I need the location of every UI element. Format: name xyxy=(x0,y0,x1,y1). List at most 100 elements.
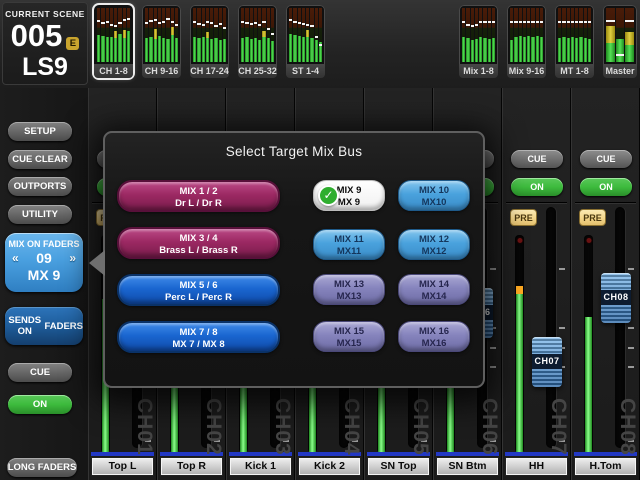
meter-bars xyxy=(558,8,591,62)
meter-bar xyxy=(571,8,574,62)
mix-number: 09 xyxy=(36,250,52,266)
meter-block[interactable]: MT 1-8 xyxy=(555,5,594,78)
meter-bar xyxy=(114,8,117,62)
meter-block[interactable]: CH 25-32 xyxy=(238,5,277,78)
channel-name-box[interactable]: SN Top xyxy=(368,458,429,475)
clip-led-icon xyxy=(517,238,522,243)
sidebar-button-setup[interactable]: SETUP xyxy=(8,122,72,141)
meter-bar xyxy=(625,8,634,62)
mix-bus-button-16[interactable]: MIX 16MX16 xyxy=(398,321,470,352)
meter-bar xyxy=(510,8,513,62)
meter-bar xyxy=(536,8,539,62)
meter-bar xyxy=(210,8,213,62)
meter-bar xyxy=(531,8,534,62)
meter-bars xyxy=(241,8,274,62)
meter-block[interactable]: Mix 1-8 xyxy=(459,5,498,78)
meter-block[interactable]: CH 1-8 xyxy=(94,5,133,78)
channel-name-box[interactable]: HH xyxy=(506,458,567,475)
meter-bar xyxy=(123,8,126,62)
fader-scale-tick xyxy=(628,268,634,270)
mix-on-faders-panel[interactable]: MIX ON FADERS « 09 » MX 9 xyxy=(5,233,83,292)
mix-bus-button-12[interactable]: MIX 12MX12 xyxy=(398,229,470,260)
channel-name-box[interactable]: Top L xyxy=(92,458,153,475)
mix-pair-button-7-8[interactable]: MIX 7 / 8MX 7 / MX 8 xyxy=(117,321,280,353)
channel-on-button[interactable]: ON xyxy=(511,178,563,196)
console-name: LS9 xyxy=(2,53,88,81)
fader-scale-tick xyxy=(628,347,634,349)
prev-mix-icon[interactable]: « xyxy=(12,251,19,266)
pre-badge[interactable]: PRE xyxy=(510,209,537,226)
meter-bar xyxy=(158,8,161,62)
meter-bar xyxy=(606,8,615,62)
channel-on-button[interactable]: ON xyxy=(580,178,632,196)
meter-bar xyxy=(584,8,587,62)
meter-block-label: Master xyxy=(603,64,637,78)
on-button[interactable]: ON xyxy=(8,395,72,414)
sends-on-faders-button[interactable]: SENDS ONFADERS xyxy=(5,307,83,345)
meter-bar xyxy=(483,8,486,62)
meter-bar xyxy=(110,8,113,62)
channel-cue-button[interactable]: CUE xyxy=(580,150,632,168)
meter-bars xyxy=(289,8,322,62)
channel-name-box[interactable]: Kick 2 xyxy=(299,458,360,475)
channel-name-box[interactable]: SN Btm xyxy=(437,458,498,475)
meter-block[interactable]: CH 9-16 xyxy=(142,5,181,78)
sidebar-button-outports[interactable]: OUTPORTS xyxy=(8,177,72,196)
meter-block[interactable]: ST 1-4 xyxy=(286,5,325,78)
mix-pair-button-3-4[interactable]: MIX 3 / 4Brass L / Brass R xyxy=(117,227,280,259)
meter-bar xyxy=(97,8,100,62)
mix-bus-button-13[interactable]: MIX 13MX13 xyxy=(313,274,385,305)
meter-bar xyxy=(245,8,248,62)
channel-meter xyxy=(584,235,593,453)
meter-bar xyxy=(466,8,469,62)
meter-bar xyxy=(293,8,296,62)
mix-bus-button-10[interactable]: MIX 10MX10 xyxy=(398,180,470,211)
meter-block-label: CH 25-32 xyxy=(238,64,277,78)
meter-bar xyxy=(492,8,495,62)
meter-block[interactable]: Master xyxy=(603,5,637,78)
meter-bar xyxy=(488,8,491,62)
pre-badge[interactable]: PRE xyxy=(579,209,606,226)
meter-bar xyxy=(118,8,121,62)
channel-strip: CUE ON PRE CH07 CH07 HH xyxy=(502,88,571,480)
meter-bar xyxy=(319,8,322,62)
channel-cue-button[interactable]: CUE xyxy=(511,150,563,168)
mix-bus-button-9[interactable]: MIX 9MX 9✓ xyxy=(313,180,385,211)
channel-id-vertical: CH08 xyxy=(615,398,639,456)
meter-bar xyxy=(567,8,570,62)
meter-bar xyxy=(171,8,174,62)
meter-bar xyxy=(475,8,478,62)
meter-block[interactable]: CH 17-24 xyxy=(190,5,229,78)
meter-block[interactable]: Mix 9-16 xyxy=(507,5,546,78)
fader-cap[interactable]: CH07 xyxy=(532,337,562,387)
meter-bar xyxy=(558,8,561,62)
sidebar-button-cue-clear[interactable]: CUE CLEAR xyxy=(8,150,72,169)
meter-block-label: Mix 1-8 xyxy=(459,64,498,78)
dialog-title: Select Target Mix Bus xyxy=(105,144,483,159)
scene-panel[interactable]: CURRENT SCENE 005 E LS9 xyxy=(2,2,88,85)
meter-bar xyxy=(289,8,292,62)
mix-bus-button-14[interactable]: MIX 14MX14 xyxy=(398,274,470,305)
meter-bar xyxy=(101,8,104,62)
mix-bus-button-15[interactable]: MIX 15MX15 xyxy=(313,321,385,352)
meter-bar xyxy=(250,8,253,62)
meter-bars xyxy=(145,8,178,62)
meter-bar xyxy=(298,8,301,62)
channel-name-box[interactable]: Kick 1 xyxy=(230,458,291,475)
mix-pair-button-1-2[interactable]: MIX 1 / 2Dr L / Dr R xyxy=(117,180,280,212)
meter-bar xyxy=(514,8,517,62)
channel-name-box[interactable]: H.Tom xyxy=(575,458,636,475)
next-mix-icon[interactable]: » xyxy=(69,251,76,266)
cue-button[interactable]: CUE xyxy=(8,363,72,382)
long-faders-button[interactable]: LONG FADERS xyxy=(7,458,77,477)
mix-bus-button-11[interactable]: MIX 11MX11 xyxy=(313,229,385,260)
sidebar-button-utility[interactable]: UTILITY xyxy=(8,205,72,224)
channel-strip: CUE ON PRE CH08 CH08 H.Tom xyxy=(571,88,640,480)
channel-id-vertical: CH03 xyxy=(270,398,294,456)
meter-bars xyxy=(193,8,226,62)
mix-pair-button-5-6[interactable]: MIX 5 / 6Perc L / Perc R xyxy=(117,274,280,306)
meter-bar xyxy=(562,8,565,62)
meter-bar xyxy=(302,8,305,62)
channel-name-box[interactable]: Top R xyxy=(161,458,222,475)
fader-cap[interactable]: CH08 xyxy=(601,273,631,323)
